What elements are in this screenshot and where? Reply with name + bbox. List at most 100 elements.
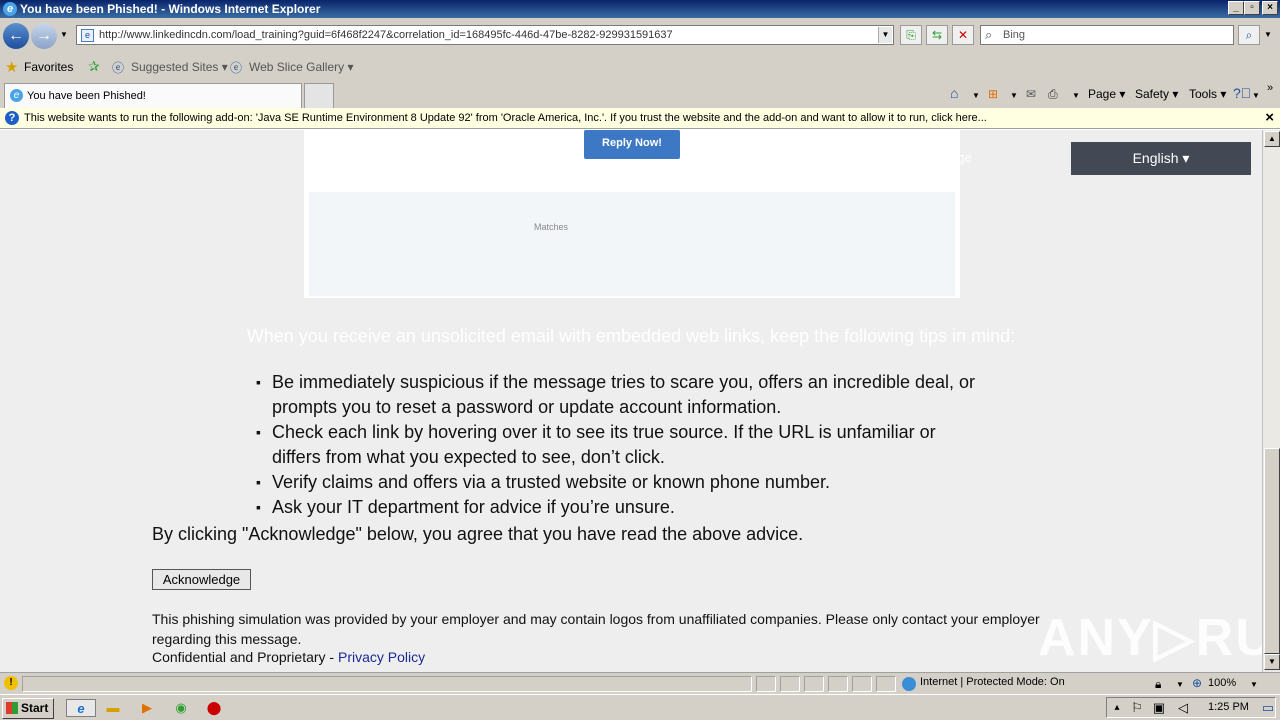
close-window-button[interactable]: ×: [1262, 1, 1278, 15]
language-selector[interactable]: English ▾: [1071, 142, 1251, 175]
network-icon[interactable]: ▣: [1150, 699, 1168, 717]
bullet-icon: ▪: [256, 499, 261, 515]
new-tab-button[interactable]: [304, 83, 334, 108]
compatibility-view-icon[interactable]: ⎘: [900, 25, 922, 45]
feeds-icon[interactable]: ⊞: [988, 87, 998, 101]
home-icon[interactable]: ⌂: [950, 85, 958, 101]
safety-menu-label: Safety: [1135, 87, 1170, 101]
safety-menu[interactable]: Safety ▾: [1135, 87, 1178, 101]
reply-now-button[interactable]: Reply Now!: [584, 130, 680, 159]
taskbar: Start e ▬ ▶ ◉ ⬤ ▴ ⚐ ▣ ◁ 1:25 PM ▭: [0, 694, 1280, 720]
tip-text: Verify claims and offers via a trusted w…: [272, 472, 830, 492]
chrome-icon[interactable]: ◉: [172, 699, 190, 717]
matches-label: Matches: [534, 222, 569, 232]
page-menu[interactable]: Page ▾: [1088, 87, 1125, 101]
scroll-down-icon[interactable]: ▼: [1264, 654, 1280, 670]
tools-menu[interactable]: Tools ▾: [1189, 87, 1226, 101]
volume-icon[interactable]: ◁: [1174, 699, 1192, 717]
bullet-icon: ▪: [256, 474, 261, 490]
vertical-scrollbar[interactable]: ▲ ▼: [1262, 130, 1280, 672]
disclaimer-text: This phishing simulation was provided by…: [152, 611, 1040, 647]
status-cell: [756, 676, 776, 692]
search-icon[interactable]: ⌕: [1238, 25, 1260, 45]
help-dropdown-icon[interactable]: ▼: [1252, 91, 1260, 100]
window-title-bar: e You have been Phished! - Windows Inter…: [0, 0, 1280, 18]
suggested-sites-link[interactable]: Suggested Sites ▾: [131, 60, 228, 74]
search-placeholder[interactable]: Bing: [1003, 29, 1025, 41]
refresh-icon[interactable]: ⇆: [926, 25, 948, 45]
tip-text: Check each link by hovering over it to s…: [272, 422, 936, 467]
status-cell: [804, 676, 824, 692]
close-icon[interactable]: ×: [1265, 109, 1274, 126]
privacy-policy-link[interactable]: Privacy Policy: [338, 649, 425, 665]
favorites-star-icon: ★: [5, 59, 19, 76]
acknowledge-button[interactable]: Acknowledge: [152, 569, 251, 590]
home-dropdown-icon[interactable]: ▼: [972, 91, 980, 100]
favorites-button[interactable]: Favorites: [24, 60, 73, 74]
help-icon[interactable]: ?⃝: [1233, 85, 1251, 101]
tab-active[interactable]: e You have been Phished!: [4, 83, 302, 108]
tray-expand-icon[interactable]: ▴: [1108, 699, 1126, 717]
explorer-folder-icon[interactable]: ▬: [104, 699, 122, 717]
list-item: ▪ Check each link by hovering over it to …: [256, 420, 986, 470]
list-item: ▪ Verify claims and offers via a trusted …: [256, 470, 986, 495]
faded-text: age: [950, 150, 972, 165]
history-dropdown-icon[interactable]: ▼: [60, 30, 68, 39]
information-bar-text[interactable]: This website wants to run the following …: [24, 112, 987, 124]
zoom-dropdown-icon[interactable]: ▼: [1250, 680, 1258, 689]
maximize-button[interactable]: ▫: [1244, 1, 1260, 15]
security-zone-text[interactable]: Internet | Protected Mode: On: [920, 676, 1065, 688]
add-to-favorites-icon[interactable]: ✰: [88, 58, 100, 75]
bullet-icon: ▪: [256, 424, 261, 440]
information-bar[interactable]: ? This website wants to run the followin…: [0, 108, 1280, 129]
clock[interactable]: 1:25 PM: [1208, 701, 1249, 713]
scroll-up-icon[interactable]: ▲: [1264, 131, 1280, 147]
navigation-bar: ← → ▼ e http://www.linkedincdn.com/load_…: [0, 18, 1280, 54]
zoom-icon[interactable]: ⊕: [1192, 676, 1202, 690]
scroll-thumb[interactable]: [1264, 448, 1280, 654]
status-cell: [876, 676, 896, 692]
forward-button[interactable]: →: [31, 23, 57, 49]
warning-icon[interactable]: !: [4, 676, 18, 690]
windows-flag-icon: [6, 702, 18, 714]
start-label: Start: [21, 701, 49, 715]
suggested-sites-icon: ⓔ: [112, 61, 125, 75]
web-slice-gallery-label: Web Slice Gallery: [249, 60, 345, 74]
action-center-flag-icon[interactable]: ⚐: [1128, 699, 1146, 717]
protected-mode-dropdown-icon[interactable]: ▼: [1176, 680, 1184, 689]
print-icon[interactable]: ⎙: [1048, 87, 1058, 102]
url-dropdown-icon[interactable]: ▼: [878, 27, 892, 43]
matches-panel: Matches: [309, 192, 955, 296]
lock-icon[interactable]: 🔒︎: [1155, 677, 1161, 692]
chevron-more-icon[interactable]: »: [1267, 82, 1273, 94]
back-button[interactable]: ←: [3, 23, 29, 49]
web-slice-icon: ⓔ: [230, 61, 243, 75]
status-bar: ! Internet | Protected Mode: On 🔒︎ ▼ ⊕ 1…: [0, 672, 1280, 694]
search-provider-icon: ⌕: [985, 27, 993, 42]
url-text[interactable]: http://www.linkedincdn.com/load_training…: [99, 29, 673, 41]
show-desktop-icon[interactable]: ▭: [1259, 699, 1277, 717]
feeds-dropdown-icon[interactable]: ▼: [1010, 91, 1018, 100]
stop-icon[interactable]: ✕: [952, 25, 974, 45]
read-mail-icon[interactable]: ✉: [1026, 87, 1036, 101]
status-cell: [828, 676, 848, 692]
minimize-button[interactable]: _: [1228, 1, 1244, 15]
status-cell: [780, 676, 800, 692]
email-preview-card: Reply Now! Matches: [304, 130, 960, 298]
print-dropdown-icon[interactable]: ▼: [1072, 91, 1080, 100]
page-menu-label: Page: [1088, 87, 1117, 101]
tips-list: ▪ Be immediately suspicious if the messag…: [256, 370, 986, 520]
opera-icon[interactable]: ⬤: [205, 699, 223, 717]
address-bar[interactable]: e http://www.linkedincdn.com/load_traini…: [76, 25, 894, 45]
favorites-bar: ★ Favorites ✰ ⓔ Suggested Sites ▾ ⓔ Web …: [0, 54, 1280, 80]
zoom-level[interactable]: 100%: [1208, 677, 1236, 689]
media-player-icon[interactable]: ▶: [138, 699, 156, 717]
start-button[interactable]: Start: [2, 698, 54, 719]
bullet-icon: ▪: [256, 374, 261, 390]
web-slice-gallery-link[interactable]: Web Slice Gallery ▾: [249, 60, 354, 74]
ie-logo-icon: e: [3, 2, 17, 16]
tab-bar: e You have been Phished! ⌂ ▼ ⊞ ▼ ✉ ⎙ ▼ P…: [0, 80, 1280, 108]
search-options-icon[interactable]: ▼: [1264, 30, 1272, 39]
ie-taskbar-icon[interactable]: e: [66, 699, 96, 717]
search-box[interactable]: ⌕ Bing: [980, 25, 1234, 45]
